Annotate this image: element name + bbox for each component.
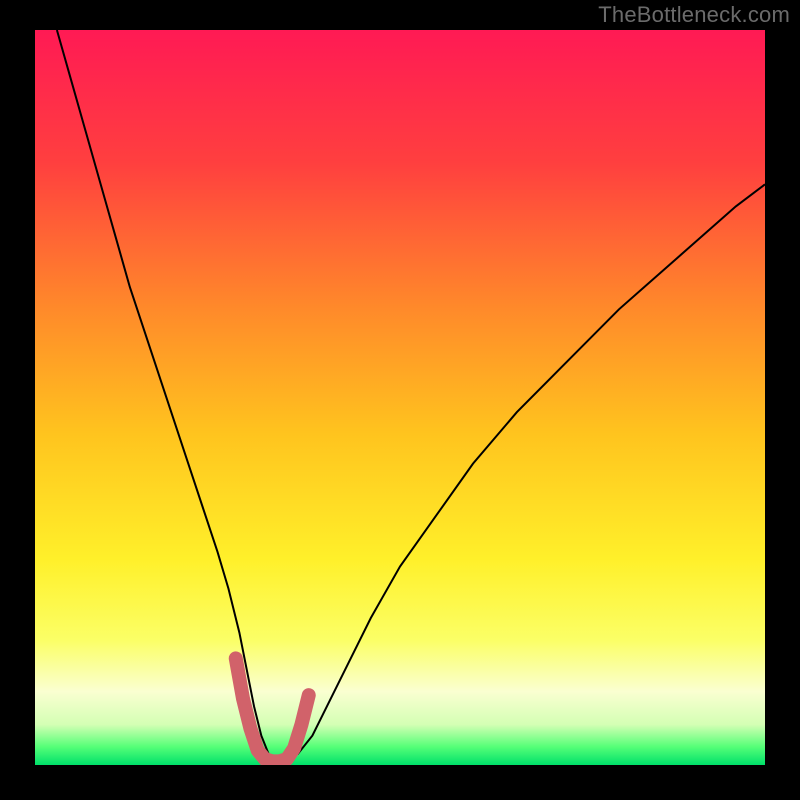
- watermark-text: TheBottleneck.com: [598, 2, 790, 28]
- bottleneck-plot: [35, 30, 765, 765]
- gradient-background: [35, 30, 765, 765]
- chart-frame: TheBottleneck.com: [0, 0, 800, 800]
- plot-svg: [35, 30, 765, 765]
